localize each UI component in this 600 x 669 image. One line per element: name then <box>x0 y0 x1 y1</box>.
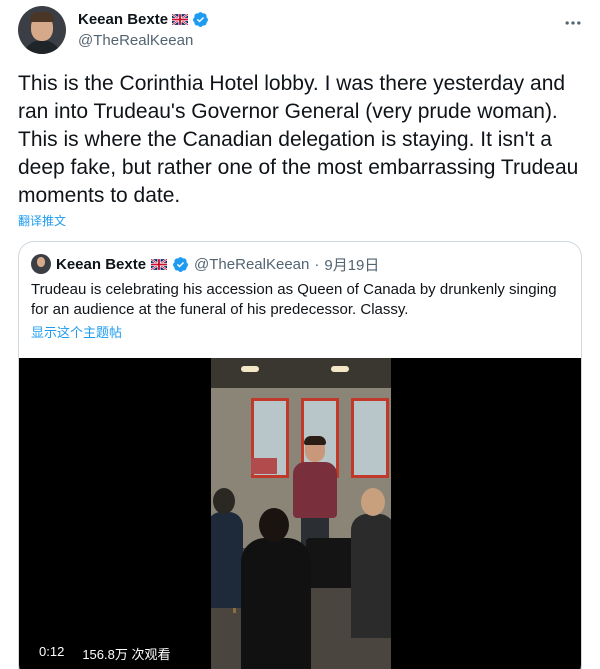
uk-flag-icon <box>151 258 168 270</box>
quoted-author-handle: @TheRealKeean <box>194 255 310 273</box>
tweet-header: Keean Bexte @TheRealKeean <box>18 6 586 56</box>
video-view-count: 156.8万 次观看 <box>76 643 177 664</box>
more-options-icon[interactable] <box>560 10 586 36</box>
quoted-author-display-name: Keean Bexte <box>56 255 147 273</box>
author-avatar[interactable] <box>18 6 66 54</box>
quoted-tweet-header: Keean Bexte @TheRealKeean · 9月19日 <box>31 254 379 274</box>
author-display-name[interactable]: Keean Bexte <box>78 11 168 28</box>
separator-dot: · <box>314 255 320 273</box>
uk-flag-icon <box>172 13 189 25</box>
verified-badge-icon <box>173 256 188 272</box>
verified-badge-icon <box>193 11 208 27</box>
video-duration: 0:12 <box>33 643 71 664</box>
translate-tweet-link[interactable]: 翻译推文 <box>18 212 66 229</box>
author-handle[interactable]: @TheRealKeean <box>78 32 209 49</box>
video-stats-overlay: 0:12 156.8万 次观看 <box>33 643 177 664</box>
quoted-tweet-date: 9月19日 <box>324 256 380 274</box>
quoted-tweet-text: Trudeau is celebrating his accession as … <box>31 281 557 318</box>
tweet-text: This is the Corinthia Hotel lobby. I was… <box>18 72 579 207</box>
video-thumbnail <box>211 358 391 669</box>
quoted-tweet-card[interactable]: Keean Bexte @TheRealKeean · 9月19日 Trudea… <box>18 241 582 669</box>
show-thread-link[interactable]: 显示这个主题帖 <box>31 322 122 341</box>
quoted-author-avatar <box>31 254 51 274</box>
video-player[interactable]: 0:12 156.8万 次观看 <box>19 358 581 669</box>
author-info: Keean Bexte @TheRealKeean <box>78 9 209 49</box>
